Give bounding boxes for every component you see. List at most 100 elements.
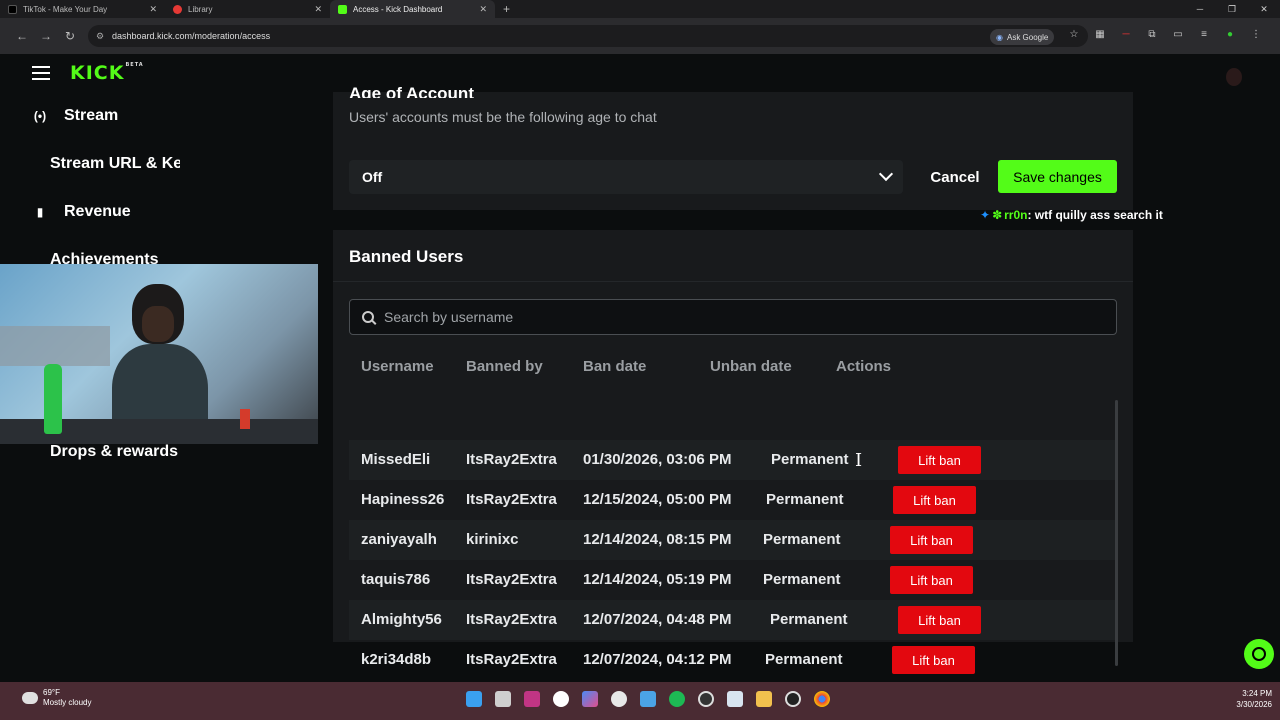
- taskbar: 69°F Mostly cloudy 3:24 PM 3/30/2026: [0, 682, 1280, 720]
- unban-date-cell: Permanent: [766, 491, 844, 508]
- copilot-icon[interactable]: [582, 691, 598, 707]
- puzzle-icon[interactable]: ⧉: [1146, 29, 1158, 41]
- temperature: 69°F: [43, 688, 60, 697]
- library-favicon-icon: [173, 4, 182, 14]
- lift-ban-button[interactable]: Lift ban: [890, 526, 973, 554]
- unban-date-cell: Permanent: [765, 651, 843, 668]
- google-lens-icon: ◉: [996, 32, 1003, 42]
- text-cursor-icon: I: [855, 450, 863, 471]
- task-view-icon[interactable]: [495, 691, 511, 707]
- photos-icon[interactable]: [640, 691, 656, 707]
- clock-date: 3/30/2026: [1236, 700, 1272, 709]
- start-icon[interactable]: [466, 691, 482, 707]
- bookmark-star-icon[interactable]: ☆: [1068, 29, 1080, 41]
- username-cell: MissedEli: [361, 451, 431, 468]
- search-box: [349, 299, 1117, 335]
- table-row: taquis786 ItsRay2Extra 12/14/2024, 05:19…: [349, 560, 1117, 600]
- cancel-button[interactable]: Cancel: [920, 160, 990, 194]
- spotify-icon[interactable]: [669, 691, 685, 707]
- reload-icon[interactable]: ↻: [58, 29, 82, 43]
- chat-overlay-message: ✦ ✽ rr0n: wtf quilly ass search it: [980, 208, 1163, 222]
- file-explorer-icon[interactable]: [756, 691, 772, 707]
- new-tab-icon[interactable]: +: [503, 2, 510, 16]
- table-row: zaniyayalh kirinixc 12/14/2024, 08:15 PM…: [349, 520, 1117, 560]
- close-tab-icon[interactable]: ✕: [149, 4, 157, 15]
- lift-ban-button[interactable]: Lift ban: [893, 486, 976, 514]
- save-changes-button[interactable]: Save changes: [998, 160, 1117, 193]
- extension-red-icon[interactable]: ─: [1120, 29, 1132, 41]
- broadcast-icon: (•): [33, 109, 47, 123]
- ban-date-cell: 12/15/2024, 05:00 PM: [583, 491, 732, 508]
- media-icon[interactable]: ≡: [1198, 29, 1210, 41]
- sidebar-item-revenue[interactable]: ▮ Revenue: [0, 197, 131, 227]
- xbox-app-icon[interactable]: [611, 691, 627, 707]
- profile-icon[interactable]: ●: [1224, 29, 1236, 41]
- weather-widget[interactable]: 69°F Mostly cloudy: [22, 688, 91, 708]
- column-header-unban-date[interactable]: Unban date: [710, 358, 792, 375]
- media-player-icon[interactable]: [785, 691, 801, 707]
- pin-icon: ✦: [980, 208, 991, 222]
- browser-tab-kick[interactable]: Access - Kick Dashboard ✕: [330, 0, 495, 18]
- close-window-icon[interactable]: ✕: [1248, 0, 1280, 18]
- column-header-banned-by[interactable]: Banned by: [466, 358, 543, 375]
- username-cell: taquis786: [361, 571, 431, 588]
- user-avatar[interactable]: [1226, 68, 1242, 86]
- lift-ban-button[interactable]: Lift ban: [898, 446, 981, 474]
- sidebar-item-stream[interactable]: (•) Stream: [0, 101, 118, 131]
- maximize-icon[interactable]: ❐: [1216, 0, 1248, 18]
- browser-tab-tiktok[interactable]: TikTok - Make Your Day ✕: [0, 0, 165, 18]
- banned-by-cell: ItsRay2Extra: [466, 651, 557, 668]
- tiktok-favicon-icon: [8, 4, 17, 14]
- forward-icon[interactable]: →: [34, 29, 58, 43]
- instagram-icon[interactable]: [524, 691, 540, 707]
- kick-dashboard: KICKBETA (•) Stream Stream URL & Key ▮ R…: [0, 54, 1280, 682]
- support-chat-icon[interactable]: [1244, 639, 1274, 669]
- account-age-select[interactable]: Off: [349, 160, 903, 194]
- lift-ban-button[interactable]: Lift ban: [890, 566, 973, 594]
- close-tab-icon[interactable]: ✕: [314, 4, 322, 15]
- browser-tab-library[interactable]: Library ✕: [165, 0, 330, 18]
- chevron-down-icon: [878, 166, 894, 182]
- kick-logo[interactable]: KICKBETA: [70, 62, 144, 84]
- url-input[interactable]: ⚙ dashboard.kick.com/moderation/access: [88, 25, 1088, 47]
- sidebar-item-stream-url[interactable]: Stream URL & Key: [50, 149, 180, 179]
- close-tab-icon[interactable]: ✕: [479, 4, 487, 15]
- xbox-icon[interactable]: [553, 691, 569, 707]
- browser-tab-bar: TikTok - Make Your Day ✕ Library ✕ Acces…: [0, 0, 1280, 18]
- ban-date-cell: 12/07/2024, 04:48 PM: [583, 611, 732, 628]
- banned-users-title: Banned Users: [349, 247, 464, 266]
- extension-icon[interactable]: ▦: [1094, 29, 1106, 41]
- ask-google-button[interactable]: ◉ Ask Google: [990, 29, 1055, 45]
- tab-title: Access - Kick Dashboard: [353, 4, 443, 14]
- site-info-icon[interactable]: ⚙: [96, 31, 106, 42]
- chrome-icon[interactable]: [814, 691, 830, 707]
- split-view-icon[interactable]: ▭: [1172, 29, 1184, 41]
- store-icon[interactable]: [727, 691, 743, 707]
- beta-badge: BETA: [125, 62, 144, 68]
- divider: [333, 281, 1133, 282]
- unban-date-cell: Permanent: [763, 531, 841, 548]
- lift-ban-button[interactable]: Lift ban: [892, 646, 975, 674]
- age-of-account-panel: Age of Account Users' accounts must be t…: [333, 84, 1133, 210]
- back-icon[interactable]: ←: [10, 29, 34, 43]
- system-clock[interactable]: 3:24 PM 3/30/2026: [1236, 688, 1272, 710]
- kick-favicon-icon: [338, 4, 347, 14]
- table-row: k2ri34d8b ItsRay2Extra 12/07/2024, 04:12…: [349, 640, 1117, 674]
- obs-icon[interactable]: [698, 691, 714, 707]
- window-controls: ─ ❐ ✕: [1184, 0, 1280, 18]
- url-text: dashboard.kick.com/moderation/access: [112, 31, 271, 41]
- username-cell: k2ri34d8b: [361, 651, 432, 668]
- search-input[interactable]: [384, 309, 1084, 325]
- column-header-ban-date[interactable]: Ban date: [583, 358, 646, 375]
- table-row: Hapiness26 ItsRay2Extra 12/15/2024, 05:0…: [349, 480, 1117, 520]
- table-scrollbar[interactable]: [1115, 400, 1118, 666]
- column-header-username[interactable]: Username: [361, 358, 434, 375]
- tab-title: TikTok - Make Your Day: [23, 4, 108, 14]
- chat-username: rr0n: [1004, 208, 1028, 222]
- hamburger-menu-icon[interactable]: [32, 66, 50, 80]
- minimize-icon[interactable]: ─: [1184, 0, 1216, 18]
- lift-ban-button[interactable]: Lift ban: [898, 606, 981, 634]
- ask-google-label: Ask Google: [1006, 32, 1049, 42]
- banned-by-cell: kirinixc: [466, 531, 519, 548]
- menu-icon[interactable]: ⋮: [1250, 29, 1262, 41]
